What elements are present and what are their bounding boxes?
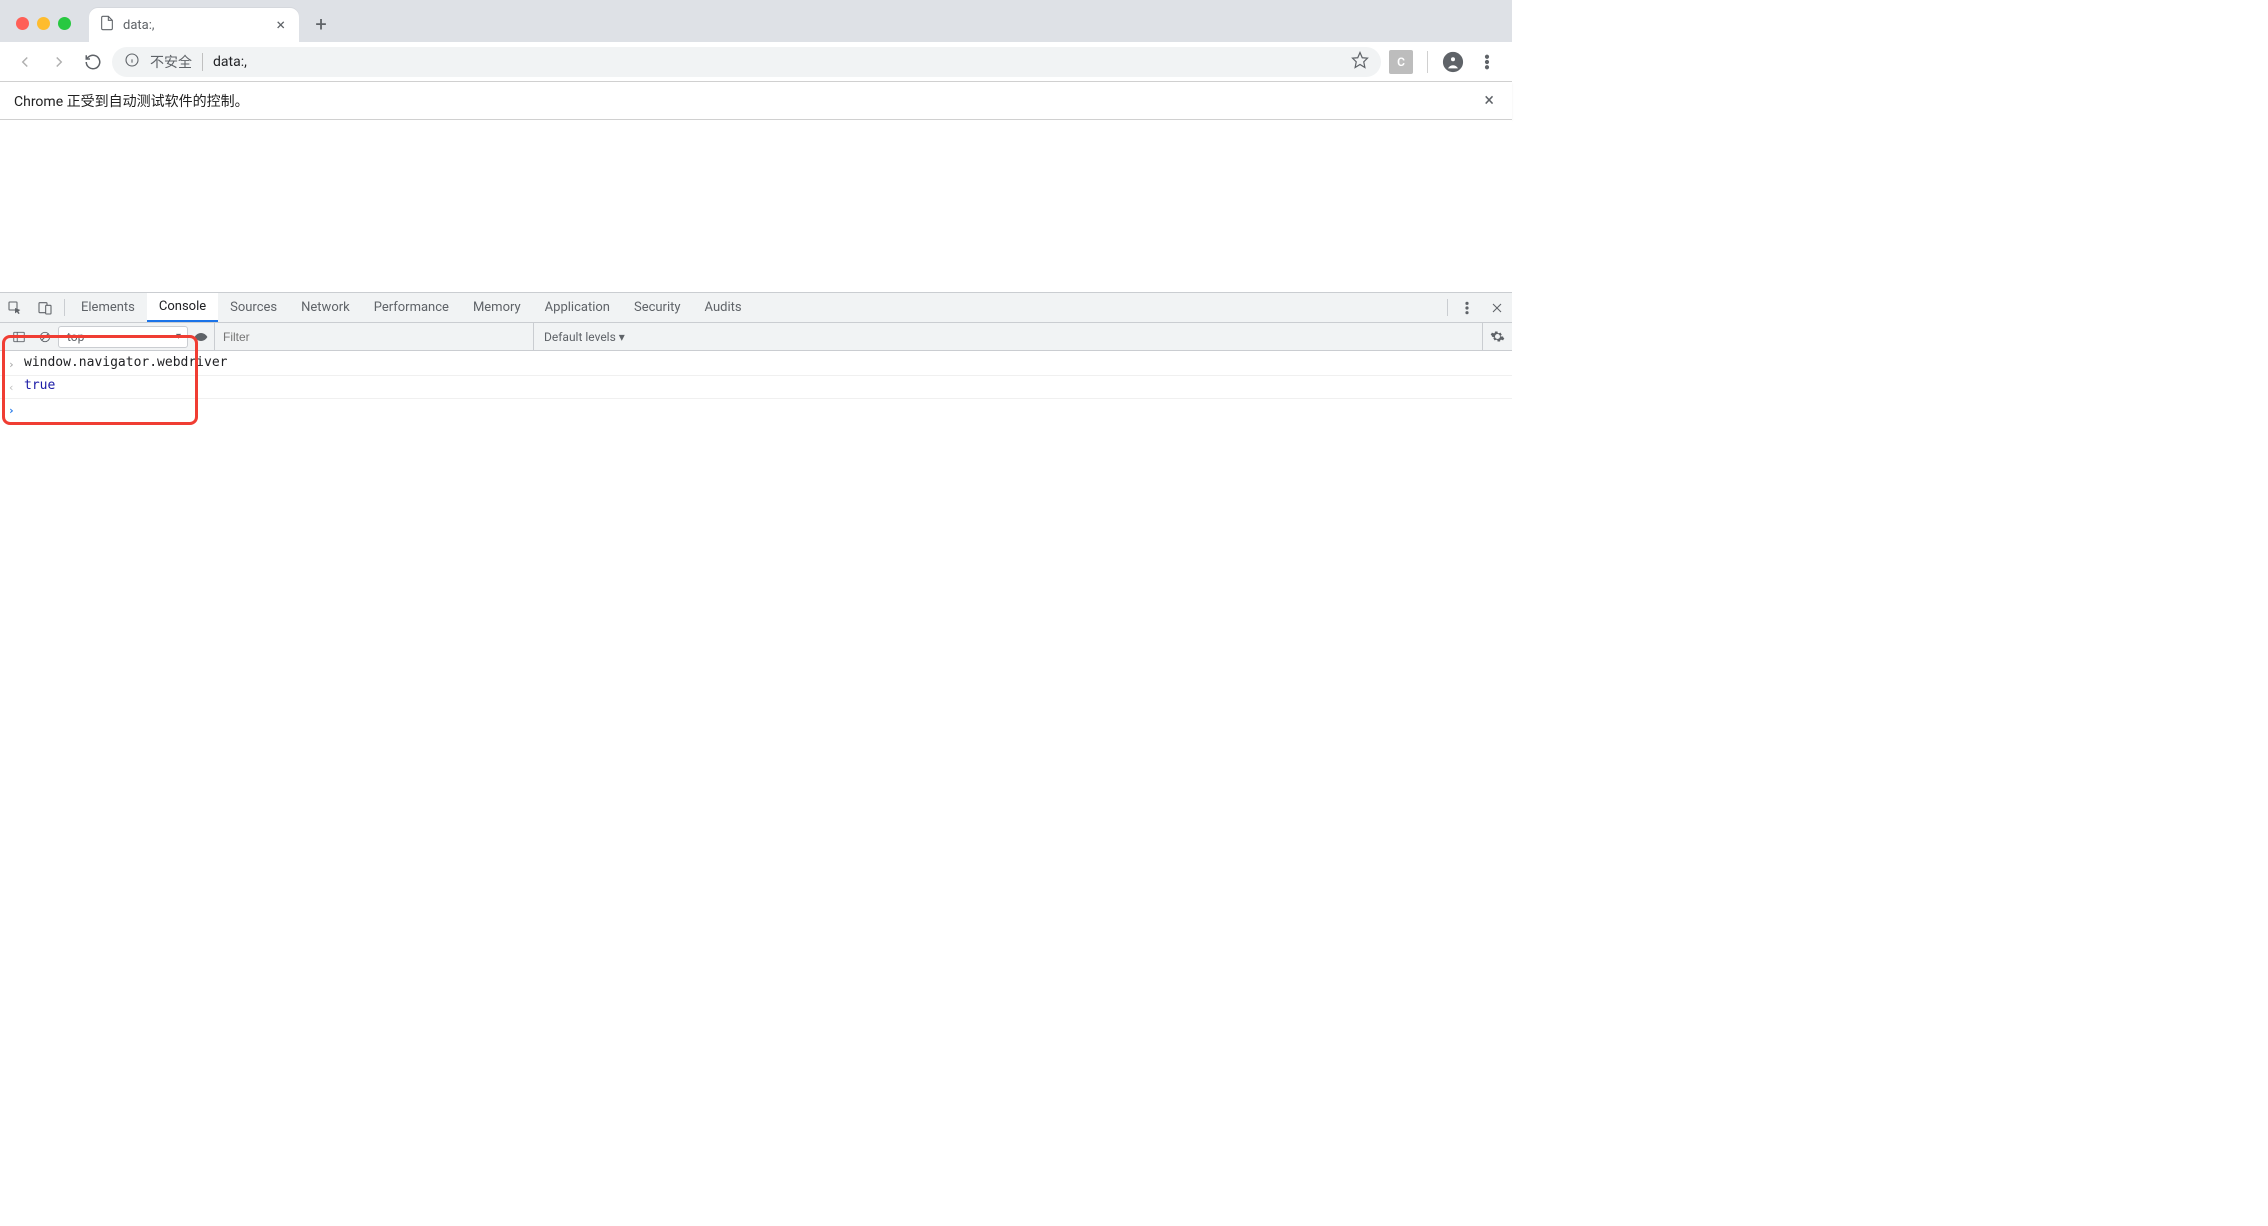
security-label: 不安全 bbox=[150, 52, 192, 72]
close-tab-button[interactable]: × bbox=[272, 15, 289, 35]
profile-button[interactable] bbox=[1438, 47, 1468, 77]
console-input-row: window.navigator.webdriver bbox=[0, 353, 1512, 375]
bookmark-star-icon[interactable] bbox=[1351, 51, 1369, 73]
reload-button[interactable] bbox=[78, 47, 108, 77]
console-filter-input[interactable] bbox=[223, 330, 525, 344]
live-expression-icon[interactable] bbox=[188, 324, 214, 350]
console-prompt-row[interactable] bbox=[0, 398, 1512, 421]
forward-button[interactable] bbox=[44, 47, 74, 77]
url-text: data:, bbox=[213, 54, 1341, 70]
devtools-tab-memory[interactable]: Memory bbox=[461, 293, 533, 322]
input-marker-icon bbox=[8, 353, 24, 375]
maximize-window-button[interactable] bbox=[58, 17, 71, 30]
address-bar[interactable]: 不安全 data:, bbox=[112, 47, 1381, 77]
page-content bbox=[0, 120, 1512, 292]
devtools-tab-elements[interactable]: Elements bbox=[69, 293, 147, 322]
infobar-message: Chrome 正受到自动测试软件的控制。 bbox=[14, 91, 1480, 111]
devtools-tab-application[interactable]: Application bbox=[533, 293, 622, 322]
console-output-row: true bbox=[0, 375, 1512, 398]
close-window-button[interactable] bbox=[16, 17, 29, 30]
tab-strip: data:, × + bbox=[0, 0, 1512, 42]
console-settings-icon[interactable] bbox=[1482, 323, 1512, 350]
devtools-panel: ElementsConsoleSourcesNetworkPerformance… bbox=[0, 292, 1512, 817]
site-info-icon[interactable] bbox=[124, 52, 140, 72]
infobar-close-button[interactable]: × bbox=[1480, 86, 1498, 115]
console-output-text: true bbox=[24, 376, 55, 396]
devtools-separator bbox=[1447, 299, 1448, 316]
devtools-tab-security[interactable]: Security bbox=[622, 293, 693, 322]
inspect-element-icon[interactable] bbox=[0, 293, 30, 322]
devtools-close-icon[interactable] bbox=[1482, 293, 1512, 322]
devtools-tabbar: ElementsConsoleSourcesNetworkPerformance… bbox=[0, 293, 1512, 323]
log-levels-select[interactable]: Default levels ▾ bbox=[534, 330, 635, 344]
browser-tab[interactable]: data:, × bbox=[89, 8, 299, 42]
chrome-menu-button[interactable] bbox=[1472, 47, 1502, 77]
extension-badge[interactable]: C bbox=[1389, 50, 1413, 74]
devtools-separator bbox=[64, 299, 65, 316]
toolbar-separator bbox=[1427, 51, 1428, 73]
devtools-tab-sources[interactable]: Sources bbox=[218, 293, 289, 322]
output-marker-icon bbox=[8, 376, 24, 398]
console-toolbar: top Default levels ▾ bbox=[0, 323, 1512, 351]
console-sidebar-toggle-icon[interactable] bbox=[6, 324, 32, 350]
file-icon bbox=[99, 15, 115, 35]
devtools-tab-audits[interactable]: Audits bbox=[693, 293, 754, 322]
browser-toolbar: 不安全 data:, C bbox=[0, 42, 1512, 82]
devtools-menu-icon[interactable] bbox=[1452, 293, 1482, 322]
tab-title: data:, bbox=[123, 18, 264, 33]
console-context-select[interactable]: top bbox=[58, 326, 188, 348]
console-filter[interactable] bbox=[214, 323, 534, 350]
console-output[interactable]: window.navigator.webdriver true bbox=[0, 351, 1512, 421]
omnibox-divider bbox=[202, 53, 203, 71]
devtools-tab-network[interactable]: Network bbox=[289, 293, 362, 322]
devtools-tab-performance[interactable]: Performance bbox=[362, 293, 461, 322]
prompt-marker-icon bbox=[8, 399, 24, 421]
clear-console-icon[interactable] bbox=[32, 324, 58, 350]
window-controls bbox=[16, 17, 71, 30]
minimize-window-button[interactable] bbox=[37, 17, 50, 30]
new-tab-button[interactable]: + bbox=[307, 10, 335, 38]
console-context-value: top bbox=[67, 330, 84, 344]
device-toolbar-icon[interactable] bbox=[30, 293, 60, 322]
automation-infobar: Chrome 正受到自动测试软件的控制。 × bbox=[0, 82, 1512, 120]
console-input-text: window.navigator.webdriver bbox=[24, 353, 228, 373]
back-button[interactable] bbox=[10, 47, 40, 77]
devtools-tab-console[interactable]: Console bbox=[147, 293, 218, 322]
